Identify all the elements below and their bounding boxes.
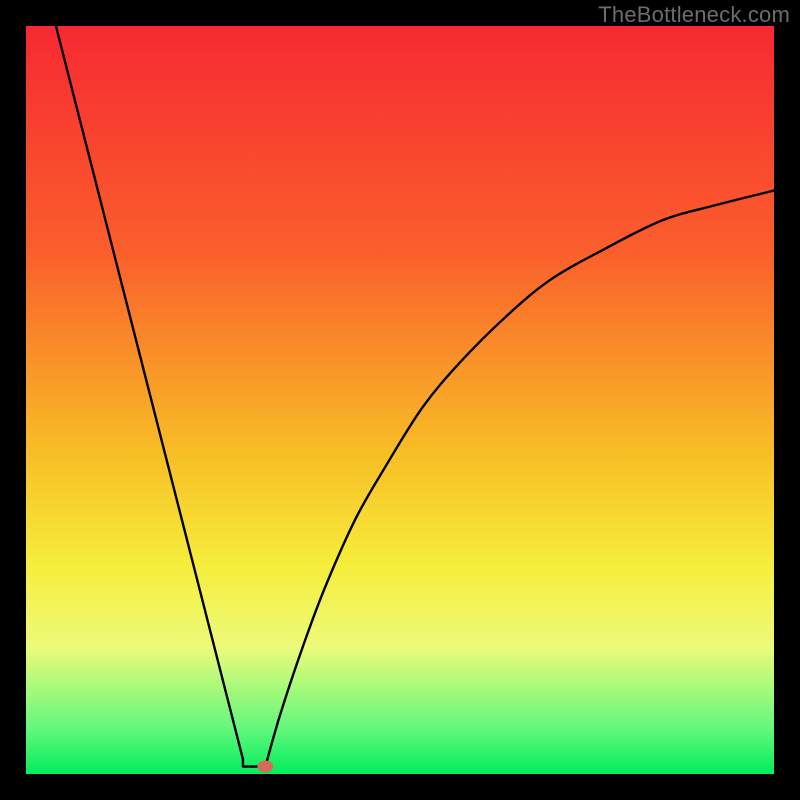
- plot-area: [26, 26, 774, 774]
- bottleneck-curve: [56, 26, 774, 770]
- curve-layer: [26, 26, 774, 774]
- minimum-marker: [257, 761, 273, 773]
- watermark-text: TheBottleneck.com: [598, 2, 790, 28]
- chart-stage: TheBottleneck.com: [0, 0, 800, 800]
